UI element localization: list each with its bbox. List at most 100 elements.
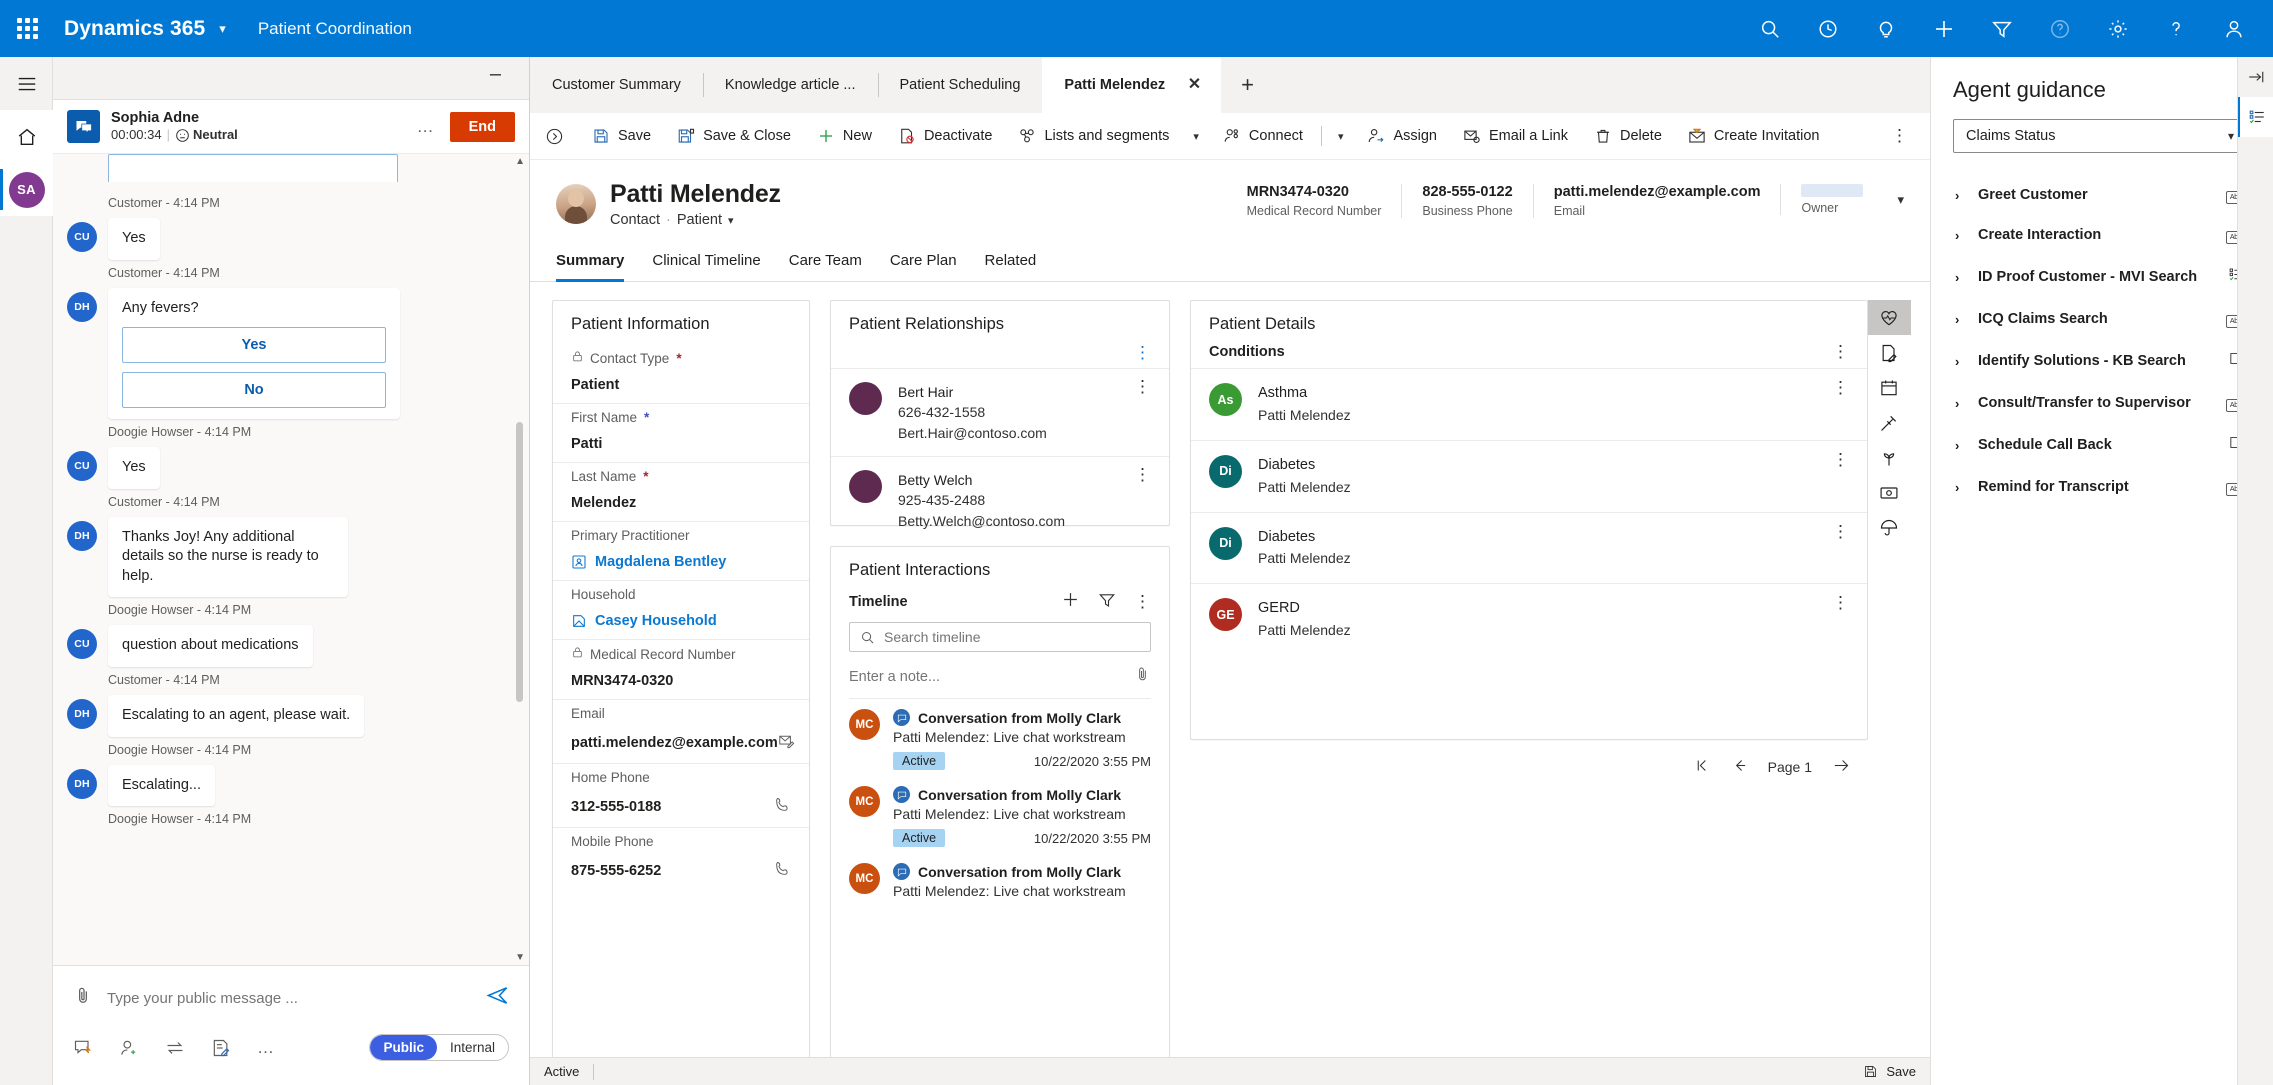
chevron-right-icon[interactable]: › (1955, 438, 1964, 453)
chevron-down-icon[interactable]: ▾ (219, 21, 226, 37)
email-a-link-button[interactable]: Email a Link (1451, 117, 1580, 155)
field-household[interactable]: Household Casey Household (553, 580, 809, 639)
condition-row-overflow-icon[interactable]: ⋮ (1832, 451, 1849, 468)
tab-clinical-timeline[interactable]: Clinical Timeline (638, 242, 774, 281)
close-icon[interactable]: ✕ (1188, 77, 1201, 93)
heart-pulse-icon[interactable] (1867, 300, 1911, 335)
field-primary-practitioner[interactable]: Primary Practitioner Magdalena Bentley (553, 521, 809, 580)
user-account-icon[interactable] (2205, 0, 2263, 57)
conversation-more-options-icon[interactable]: … (417, 117, 436, 137)
add-timeline-record-icon[interactable] (1061, 590, 1080, 614)
hamburger-menu-icon[interactable] (0, 57, 53, 110)
syringe-icon[interactable] (1868, 405, 1911, 440)
guidance-step-id-proof-customer[interactable]: › ID Proof Customer - MVI Search (1953, 255, 2247, 299)
command-overflow-icon[interactable]: ⋮ (1869, 126, 1930, 146)
header-field-business-phone[interactable]: 828-555-0122 Business Phone (1401, 184, 1532, 218)
public-internal-toggle[interactable]: Public Internal (369, 1034, 509, 1061)
timeline-search[interactable] (849, 622, 1151, 652)
field-email[interactable]: Email patti.melendez@example.com (553, 699, 809, 763)
attachment-paperclip-icon[interactable] (73, 986, 93, 1011)
tab-related[interactable]: Related (971, 242, 1051, 281)
tab-care-team[interactable]: Care Team (775, 242, 876, 281)
chevron-right-icon[interactable]: › (1955, 396, 1964, 411)
field-home-phone[interactable]: Home Phone 312-555-0188 (553, 763, 809, 827)
relationship-row[interactable]: Betty Welch 925-435-2488 Betty.Welch@con… (831, 456, 1169, 544)
condition-row-overflow-icon[interactable]: ⋮ (1832, 522, 1849, 539)
lightbulb-icon[interactable] (1857, 0, 1915, 57)
end-conversation-button[interactable]: End (449, 111, 515, 142)
chevron-down-icon[interactable]: ▾ (2228, 129, 2234, 143)
search-icon[interactable] (1741, 0, 1799, 57)
payment-icon[interactable] (1868, 475, 1911, 510)
guidance-step-identify-solutions[interactable]: › Identify Solutions - KB Search (1953, 339, 2247, 383)
more-options-icon[interactable]: … (257, 1038, 276, 1058)
condition-row[interactable]: GE GERD Patti Melendez ⋮ (1191, 583, 1867, 655)
app-launcher-waffle-icon[interactable] (0, 0, 54, 57)
condition-row-overflow-icon[interactable]: ⋮ (1832, 379, 1849, 396)
assign-button[interactable]: Assign (1355, 117, 1449, 155)
guidance-step-remind-for-transcript[interactable]: › Remind for Transcript Abc (1953, 467, 2247, 507)
add-agent-icon[interactable] (119, 1038, 139, 1058)
conversation-transcript[interactable]: Customer - 4:14 PM CU Yes Customer - 4:1… (53, 154, 529, 965)
header-field-mrn[interactable]: MRN3474-0320 Medical Record Number (1227, 184, 1402, 218)
timeline-item[interactable]: MC Conversation from Molly Clark Patti M… (831, 699, 1169, 776)
chevron-right-icon[interactable]: › (1955, 312, 1964, 327)
filter-icon[interactable] (1973, 0, 2031, 57)
lists-and-segments-button[interactable]: Lists and segments (1006, 117, 1181, 155)
tab-patient-scheduling[interactable]: Patient Scheduling (877, 57, 1043, 113)
chevron-right-icon[interactable]: › (1955, 228, 1964, 243)
timeline-overflow-icon[interactable]: ⋮ (1134, 593, 1151, 610)
guidance-flow-select[interactable]: Claims Status ▾ (1953, 119, 2247, 153)
lists-and-segments-chevron-down-icon[interactable]: ▾ (1183, 130, 1209, 143)
header-field-email[interactable]: patti.melendez@example.com Email (1532, 184, 1781, 218)
insurance-umbrella-icon[interactable] (1868, 510, 1911, 545)
quick-reply-icon[interactable] (73, 1038, 93, 1058)
header-field-owner[interactable]: Owner (1780, 184, 1883, 215)
add-icon[interactable] (1915, 0, 1973, 57)
call-icon[interactable] (774, 860, 791, 881)
status-save-button[interactable]: Save (1863, 1064, 1916, 1079)
relationship-row-overflow-icon[interactable]: ⋮ (1134, 466, 1151, 483)
toggle-public[interactable]: Public (370, 1035, 437, 1060)
relationship-row[interactable]: Bert Hair 626-432-1558 Bert.Hair@contoso… (831, 368, 1169, 456)
agent-script-icon[interactable] (2238, 97, 2273, 137)
condition-row[interactable]: Di Diabetes Patti Melendez ⋮ (1191, 511, 1867, 584)
new-button[interactable]: New (805, 117, 884, 155)
chevron-right-icon[interactable]: › (1955, 270, 1964, 285)
minimize-icon[interactable]: – (490, 64, 501, 92)
assistant-icon[interactable] (1799, 0, 1857, 57)
create-invitation-button[interactable]: Create Invitation (1676, 117, 1832, 155)
field-mobile-phone[interactable]: Mobile Phone 875-555-6252 (553, 827, 809, 891)
document-edit-icon[interactable] (1868, 335, 1911, 370)
attachment-paperclip-icon[interactable] (1134, 666, 1151, 688)
settings-gear-icon[interactable] (2089, 0, 2147, 57)
quick-reply-no-button[interactable]: No (122, 372, 386, 409)
allergy-icon[interactable] (1868, 440, 1911, 475)
relationship-row-overflow-icon[interactable]: ⋮ (1134, 378, 1151, 395)
relationships-overflow-icon[interactable]: ⋮ (1134, 344, 1151, 361)
help-circle-icon[interactable] (2031, 0, 2089, 57)
connect-chevron-down-icon[interactable]: ▾ (1328, 130, 1354, 143)
deactivate-button[interactable]: Deactivate (886, 117, 1005, 155)
guidance-step-schedule-call-back[interactable]: › Schedule Call Back (1953, 423, 2247, 467)
household-link[interactable]: Casey Household (571, 613, 717, 629)
tab-patti-melendez[interactable]: Patti Melendez ✕ (1042, 57, 1222, 113)
chevron-down-icon[interactable]: ▾ (728, 214, 734, 227)
session-avatar[interactable]: SA (0, 163, 53, 216)
tab-summary[interactable]: Summary (556, 242, 638, 282)
guidance-step-consult-transfer[interactable]: › Consult/Transfer to Supervisor Abc (1953, 383, 2247, 423)
save-button[interactable]: Save (580, 117, 663, 155)
chevron-right-icon[interactable]: › (1955, 354, 1964, 369)
delete-button[interactable]: Delete (1582, 117, 1674, 155)
previous-page-icon[interactable] (1731, 757, 1748, 777)
first-page-icon[interactable] (1694, 757, 1711, 777)
conditions-overflow-icon[interactable]: ⋮ (1832, 343, 1849, 360)
call-icon[interactable] (774, 796, 791, 817)
search-input[interactable] (884, 629, 1140, 645)
save-and-close-button[interactable]: Save & Close (665, 117, 803, 155)
timeline-item[interactable]: MC Conversation from Molly Clark Patti M… (831, 853, 1169, 905)
tab-care-plan[interactable]: Care Plan (876, 242, 971, 281)
field-contact-type[interactable]: Contact Type * Patient (553, 344, 809, 403)
connect-button[interactable]: Connect (1211, 117, 1315, 155)
scrollbar-thumb[interactable] (516, 422, 523, 702)
